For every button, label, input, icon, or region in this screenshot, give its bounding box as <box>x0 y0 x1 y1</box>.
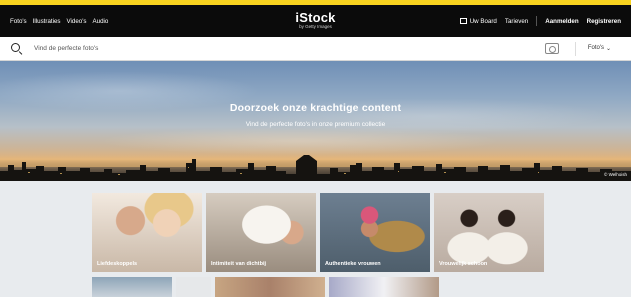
hero-title: Doorzoek onze krachtige content <box>229 102 402 114</box>
account-nav: Uw Board Tarieven Aanmelden Registreren <box>459 16 621 26</box>
nav-audio[interactable]: Audio <box>93 18 109 25</box>
register-link[interactable]: Registreren <box>587 18 621 25</box>
pricing-link[interactable]: Tarieven <box>505 18 528 25</box>
search-input[interactable] <box>34 45 434 52</box>
top-navigation: Foto's Illustraties Video's Audio iStock… <box>0 5 631 37</box>
category-label: Vrouwelijk schoon <box>439 261 488 267</box>
category-tile[interactable]: Intimiteit van dichtbij <box>206 193 316 272</box>
search-bar: Foto's ⌄ <box>0 37 631 61</box>
category-tile[interactable]: Vrouwelijk schoon <box>434 193 544 272</box>
category-label: Intimiteit van dichtbij <box>211 261 267 267</box>
media-filter-dropdown[interactable]: Foto's ⌄ <box>588 45 611 52</box>
hero-banner: Doorzoek onze krachtige content Vind de … <box>0 61 631 181</box>
istock-logo[interactable]: iStock by Getty Images <box>295 11 335 29</box>
city-skyline <box>0 155 631 181</box>
board-link[interactable]: Uw Board <box>459 17 497 25</box>
hero-subtitle: Vind de perfecte foto's in onze premium … <box>245 121 386 128</box>
camera-icon[interactable] <box>545 43 559 54</box>
search-divider <box>575 42 576 56</box>
logo-name: iStock <box>295 10 336 25</box>
nav-videos[interactable]: Video's <box>67 18 87 25</box>
board-icon <box>459 18 467 24</box>
nav-photos[interactable]: Foto's <box>10 18 27 25</box>
category-tiles: Liefdeskoppels Intimiteit van dichtbij A… <box>92 193 544 272</box>
nav-illustrations[interactable]: Illustraties <box>33 18 61 25</box>
login-link[interactable]: Aanmelden <box>545 18 578 25</box>
logo-tagline: by Getty Images <box>299 24 332 29</box>
category-tile[interactable]: Authentieke vrouwen <box>320 193 430 272</box>
search-icon[interactable] <box>0 37 26 61</box>
category-tiles-row-2 <box>92 277 439 297</box>
image-credit: © Welhoish <box>604 172 627 177</box>
filter-label: Foto's <box>587 45 604 51</box>
category-tile[interactable]: Liefdeskoppels <box>92 193 202 272</box>
page: Foto's Illustraties Video's Audio iStock… <box>0 0 631 297</box>
chevron-down-icon: ⌄ <box>605 46 611 52</box>
category-label: Liefdeskoppels <box>97 261 138 267</box>
category-tile[interactable] <box>176 277 211 297</box>
category-tile[interactable] <box>215 277 325 297</box>
category-label: Authentieke vrouwen <box>325 261 381 267</box>
category-tile[interactable] <box>329 277 439 297</box>
nav-divider <box>536 16 538 26</box>
media-type-nav: Foto's Illustraties Video's Audio <box>10 18 108 25</box>
board-label: Uw Board <box>469 17 497 25</box>
category-tile[interactable] <box>92 277 172 297</box>
